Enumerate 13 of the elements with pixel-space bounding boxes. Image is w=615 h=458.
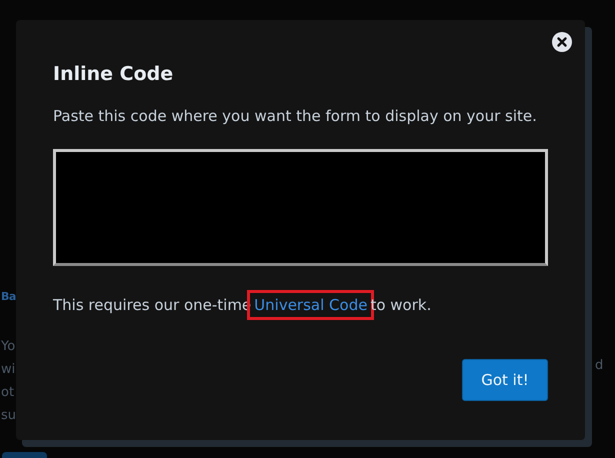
got-it-button[interactable]: Got it! bbox=[462, 359, 548, 401]
background-text: wi bbox=[1, 361, 16, 379]
code-field[interactable] bbox=[53, 149, 548, 266]
dialog-title: Inline Code bbox=[53, 62, 174, 86]
background-text: su bbox=[1, 407, 16, 425]
instruction-text: Paste this code where you want the form to display on your site. bbox=[53, 106, 538, 126]
background-heading: Ba bbox=[1, 289, 16, 305]
background-text: Yo bbox=[1, 338, 16, 356]
background-text: d bbox=[595, 358, 604, 373]
close-icon bbox=[552, 32, 572, 52]
close-button[interactable] bbox=[552, 32, 572, 52]
background-text: ot bbox=[1, 384, 14, 402]
universal-code-link[interactable]: Universal Code bbox=[254, 295, 368, 315]
